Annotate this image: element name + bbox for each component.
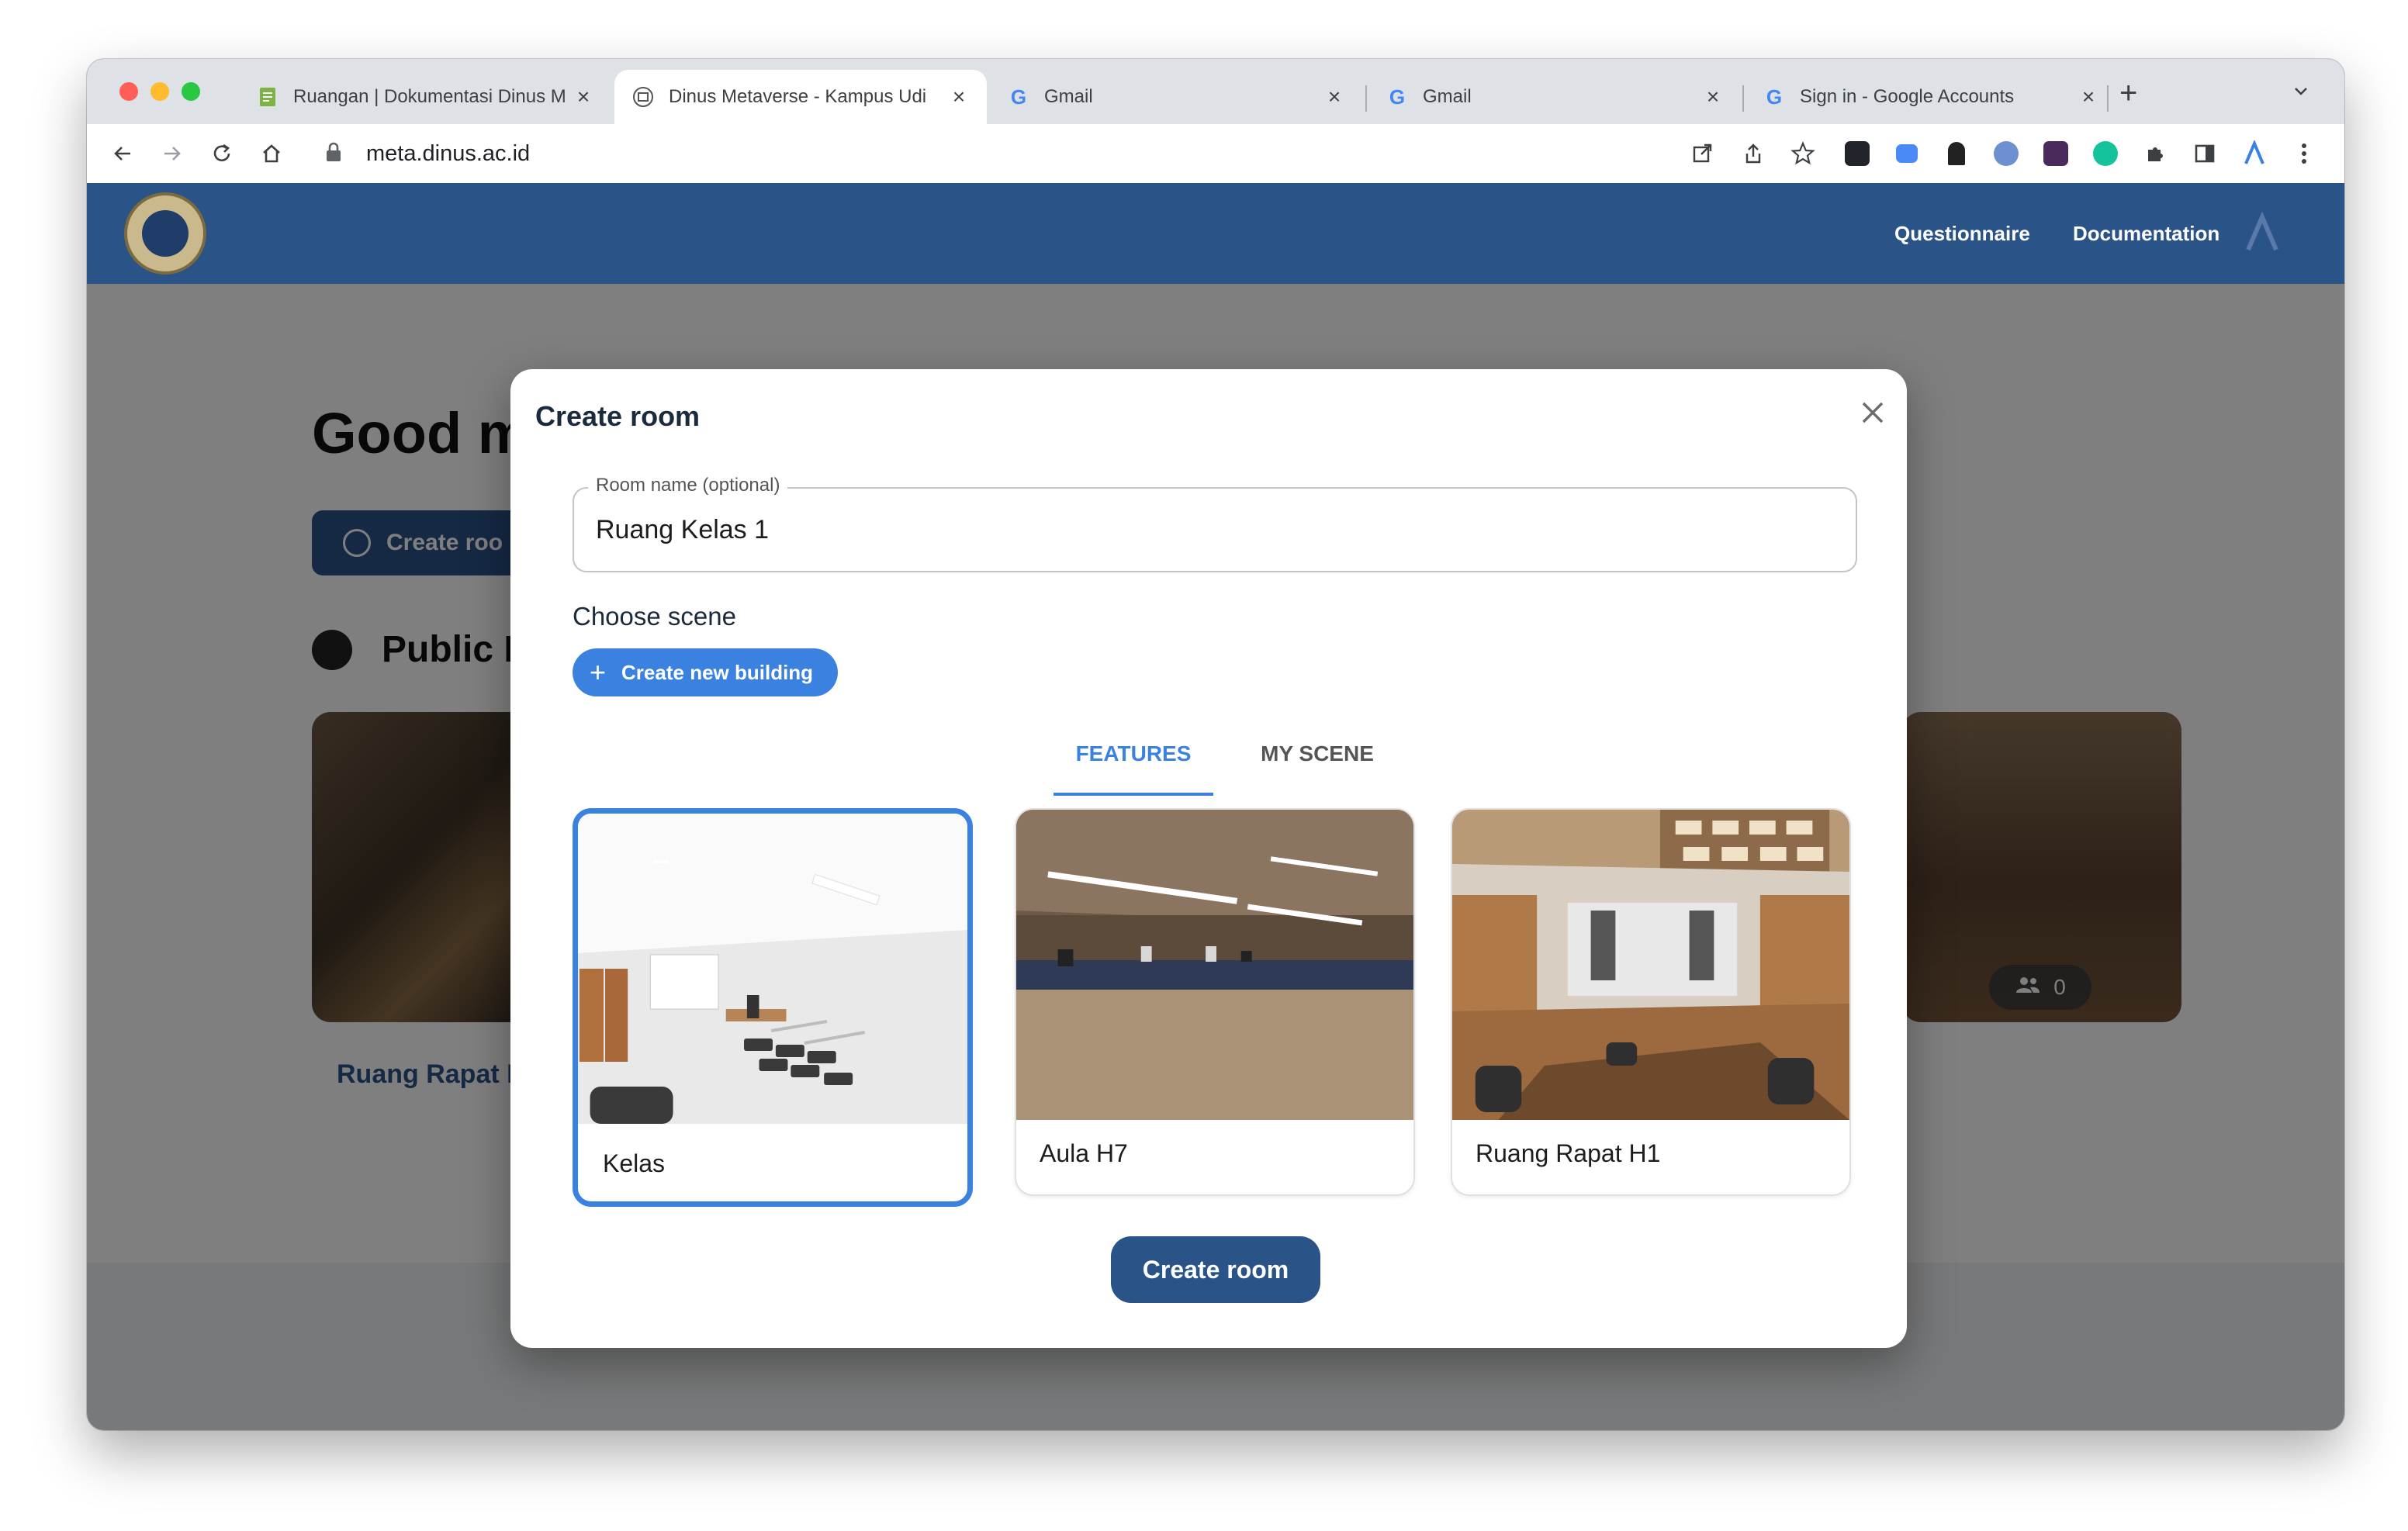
room-name-field[interactable]: Room name (optional): [573, 475, 1857, 572]
dinus-icon: [631, 85, 655, 109]
scene-card-ruang-rapat-h1[interactable]: Ruang Rapat H1: [1451, 808, 1851, 1196]
scene-thumbnail: [1452, 810, 1849, 1120]
scene-name: Ruang Rapat H1: [1476, 1139, 1661, 1167]
svg-text:G: G: [1766, 85, 1782, 109]
google-icon: G: [1386, 85, 1409, 109]
profile-icon[interactable]: [2239, 138, 2270, 169]
google-icon: G: [1763, 85, 1786, 109]
browser-tab[interactable]: Ruangan | Dokumentasi Dinus M ×: [239, 70, 611, 124]
extension-icon[interactable]: [2040, 138, 2071, 169]
close-tab-icon[interactable]: ×: [573, 85, 594, 109]
new-tab-button[interactable]: +: [2119, 78, 2137, 109]
scene-thumbnail: [1016, 810, 1413, 1120]
profile-icon[interactable]: [2240, 211, 2284, 258]
tab-separator: [2107, 85, 2109, 112]
dialog-title: Create room: [535, 400, 701, 432]
url-text: meta.dinus.ac.id: [366, 140, 531, 166]
close-tab-icon[interactable]: ×: [948, 85, 970, 109]
create-room-submit-button[interactable]: Create room: [1111, 1236, 1320, 1303]
tab-separator: [1742, 85, 1744, 112]
tab-strip: Ruangan | Dokumentasi Dinus M × Dinus Me…: [87, 59, 2344, 124]
docs-icon: [256, 85, 279, 109]
scene-name: Kelas: [603, 1149, 666, 1177]
tab-features[interactable]: FEATURES: [1054, 741, 1213, 766]
active-tab-indicator: [1054, 793, 1213, 796]
star-bookmark-icon[interactable]: [1787, 138, 1818, 169]
home-icon[interactable]: [256, 138, 287, 169]
tab-title: Gmail: [1423, 86, 1472, 107]
svg-text:G: G: [1389, 85, 1405, 109]
room-name-label: Room name (optional): [588, 475, 788, 496]
site-header: Questionnaire Documentation: [87, 183, 2344, 284]
react-devtools-icon[interactable]: [1842, 138, 1873, 169]
share-icon[interactable]: [1738, 138, 1769, 169]
menu-kebab-icon[interactable]: [2289, 138, 2320, 169]
close-tab-icon[interactable]: ×: [1323, 85, 1345, 109]
open-external-icon[interactable]: [1687, 138, 1718, 169]
create-room-dialog: Create room Room name (optional) Choose …: [510, 369, 1907, 1348]
nav-documentation-link[interactable]: Documentation: [2073, 222, 2219, 246]
browser-toolbar: meta.dinus.ac.id: [87, 124, 2344, 184]
extension-icon[interactable]: [1891, 138, 1922, 169]
page-content: Questionnaire Documentation Good m Creat…: [87, 183, 2344, 1430]
scene-name: Aula H7: [1040, 1139, 1128, 1167]
maximize-window-button[interactable]: [182, 82, 200, 101]
extension-icon[interactable]: [1991, 138, 2022, 169]
browser-window: Ruangan | Dokumentasi Dinus M × Dinus Me…: [87, 59, 2344, 1430]
university-logo[interactable]: [124, 192, 206, 275]
create-new-building-button[interactable]: + Create new building: [573, 648, 838, 696]
browser-tab[interactable]: G Gmail ×: [1368, 70, 1741, 124]
browser-tab-active[interactable]: Dinus Metaverse - Kampus Udi ×: [614, 70, 987, 124]
minimize-window-button[interactable]: [150, 82, 169, 101]
chevron-down-icon[interactable]: [2292, 82, 2310, 106]
close-icon[interactable]: [1857, 397, 1888, 428]
tab-my-scene[interactable]: MY SCENE: [1224, 741, 1410, 766]
side-panel-icon[interactable]: [2189, 138, 2220, 169]
back-arrow-icon[interactable]: [107, 138, 138, 169]
tab-title: Ruangan | Dokumentasi Dinus M: [293, 86, 566, 107]
grammarly-icon[interactable]: [2090, 138, 2121, 169]
room-name-input[interactable]: [594, 509, 1839, 551]
tab-title: Gmail: [1044, 86, 1093, 107]
create-new-building-label: Create new building: [621, 660, 814, 684]
scene-thumbnail: [578, 814, 967, 1124]
browser-tab[interactable]: G Gmail ×: [990, 70, 1362, 124]
puzzle-extensions-icon[interactable]: [2140, 138, 2171, 169]
close-tab-icon[interactable]: ×: [2078, 85, 2099, 109]
browser-tab[interactable]: G Sign in - Google Accounts ×: [1745, 70, 2116, 124]
close-window-button[interactable]: [119, 82, 138, 101]
lock-icon[interactable]: [324, 141, 348, 167]
extension-icon[interactable]: [1941, 138, 1972, 169]
google-icon: G: [1007, 85, 1030, 109]
tab-separator: [1365, 85, 1367, 112]
tab-title: Sign in - Google Accounts: [1800, 86, 2015, 107]
choose-scene-label: Choose scene: [573, 602, 736, 631]
plus-icon: +: [590, 656, 607, 688]
close-tab-icon[interactable]: ×: [1702, 85, 1724, 109]
svg-text:G: G: [1011, 85, 1026, 109]
scene-card-aula-h7[interactable]: Aula H7: [1015, 808, 1415, 1196]
forward-arrow-icon[interactable]: [157, 138, 188, 169]
scene-card-kelas[interactable]: Kelas: [573, 808, 973, 1207]
tab-title: Dinus Metaverse - Kampus Udi: [669, 86, 927, 107]
reload-icon[interactable]: [206, 138, 237, 169]
nav-questionnaire-link[interactable]: Questionnaire: [1894, 222, 2030, 246]
